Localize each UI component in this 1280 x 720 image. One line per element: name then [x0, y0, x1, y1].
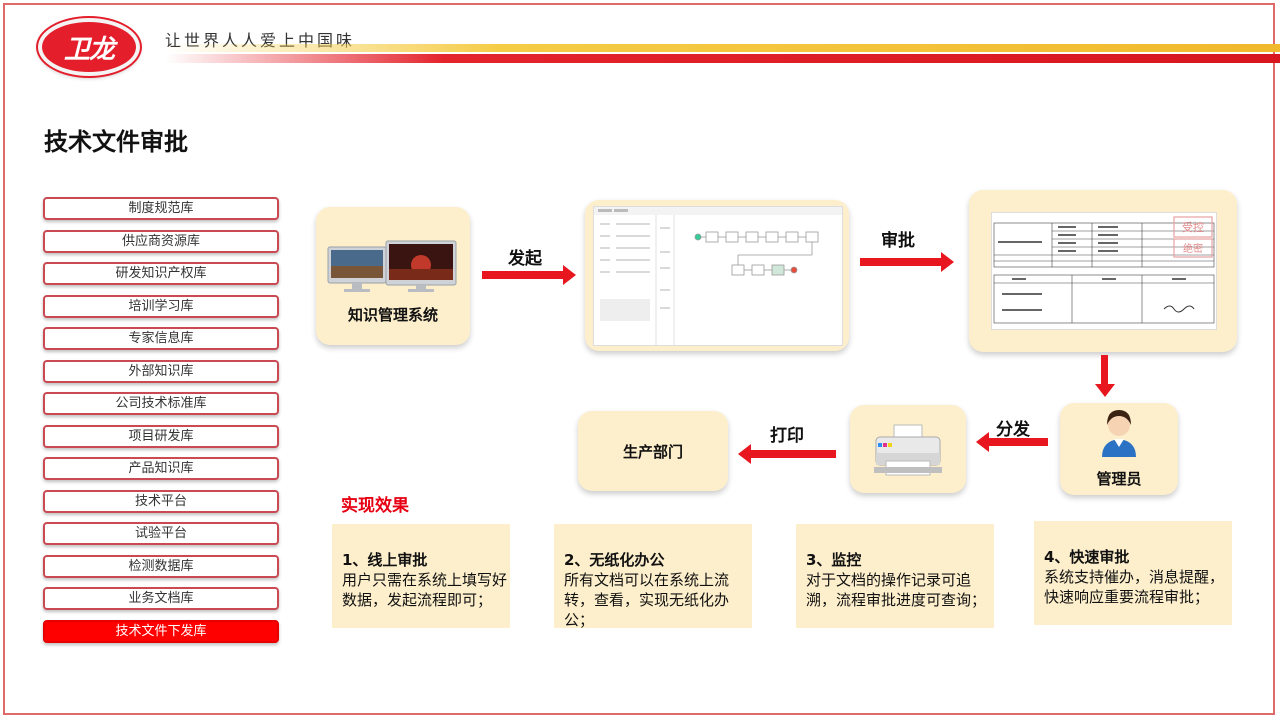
- workflow-screenshot-card: [585, 200, 849, 351]
- production-dept-label: 生产部门: [622, 443, 683, 461]
- sidebar-item-test-platform[interactable]: 试验平台: [43, 522, 279, 545]
- arrow-distribute-label: 分发: [996, 420, 1030, 440]
- arrow-approve-label: 审批: [881, 231, 915, 251]
- production-dept-card: 生产部门: [578, 411, 728, 491]
- kms-card: 知识管理系统: [316, 207, 470, 345]
- approval-document-card: 受控 绝密: [969, 190, 1237, 352]
- arrow-print-label: 打印: [770, 426, 804, 446]
- workflow-screenshot: [593, 206, 843, 346]
- arrow-approve: [860, 252, 954, 272]
- admin-card: 管理员: [1060, 403, 1178, 495]
- sidebar-item-products[interactable]: 产品知识库: [43, 457, 279, 480]
- header-yellow-stripe: [165, 44, 1280, 52]
- effect-body: 系统支持催办，消息提醒，快速响应重要流程审批；: [1044, 568, 1225, 606]
- sidebar-nav: 制度规范库 供应商资源库 研发知识产权库 培训学习库 专家信息库 外部知识库 公…: [43, 197, 279, 652]
- workflow-diagram-icon: [594, 207, 842, 345]
- printer-card: [850, 405, 966, 493]
- header-red-stripe: [165, 54, 1280, 63]
- effect-body: 所有文档可以在系统上流转，查看，实现无纸化办公；: [564, 571, 730, 629]
- effect-online-approval: 1、线上审批 用户只需在系统上填写好数据，发起流程即可；: [332, 524, 510, 628]
- sidebar-item-business-docs[interactable]: 业务文档库: [43, 587, 279, 610]
- effect-fast-approval: 4、快速审批 系统支持催办，消息提醒，快速响应重要流程审批；: [1034, 521, 1232, 625]
- arrow-print: [738, 444, 836, 464]
- arrow-distribute: [976, 432, 1048, 452]
- admin-person-icon: [1102, 410, 1136, 457]
- effect-paperless: 2、无纸化办公 所有文档可以在系统上流转，查看，实现无纸化办公；: [554, 524, 752, 629]
- arrow-initiate-label: 发起: [508, 249, 542, 269]
- arrow-initiate: [482, 265, 576, 285]
- effect-title: 2、无纸化办公: [564, 551, 665, 569]
- brand-logo: 卫龙: [38, 18, 140, 76]
- effect-title: 1、线上审批: [342, 551, 428, 569]
- printer-icon: [874, 424, 942, 476]
- sidebar-item-standards[interactable]: 公司技术标准库: [43, 392, 279, 415]
- document-table-icon: 受控 绝密: [993, 216, 1215, 324]
- doc-stamp-controlled: 受控: [1182, 220, 1204, 234]
- sidebar-item-projects[interactable]: 项目研发库: [43, 424, 279, 448]
- arrow-down-to-admin: [1095, 355, 1115, 397]
- sidebar-item-external[interactable]: 外部知识库: [43, 359, 279, 383]
- effect-body: 对于文档的操作记录可追溯，流程审批进度可查询；: [806, 571, 987, 609]
- sidebar-item-suppliers[interactable]: 供应商资源库: [43, 229, 279, 253]
- sidebar-item-tech-platform[interactable]: 技术平台: [43, 489, 279, 513]
- sidebar-item-inspection[interactable]: 检测数据库: [43, 554, 279, 578]
- effect-title: 4、快速审批: [1044, 548, 1130, 566]
- sidebar-item-training[interactable]: 培训学习库: [43, 294, 279, 318]
- doc-stamp-secret: 绝密: [1183, 242, 1203, 255]
- sidebar-item-ip[interactable]: 研发知识产权库: [43, 262, 279, 285]
- page-title: 技术文件审批: [44, 128, 188, 156]
- effect-title: 3、监控: [806, 551, 862, 569]
- sidebar-item-tech-docs[interactable]: 技术文件下发库: [43, 619, 279, 643]
- effect-body: 用户只需在系统上填写好数据，发起流程即可；: [342, 571, 508, 609]
- effects-title: 实现效果: [341, 496, 409, 516]
- approval-document: 受控 绝密: [991, 212, 1217, 330]
- computer-monitors-icon: [327, 240, 457, 292]
- effect-monitoring: 3、监控 对于文档的操作记录可追溯，流程审批进度可查询；: [796, 524, 994, 628]
- admin-label: 管理员: [1096, 470, 1142, 488]
- sidebar-item-experts[interactable]: 专家信息库: [43, 327, 279, 350]
- sidebar-item-regulations[interactable]: 制度规范库: [43, 197, 279, 220]
- kms-label: 知识管理系统: [347, 306, 438, 324]
